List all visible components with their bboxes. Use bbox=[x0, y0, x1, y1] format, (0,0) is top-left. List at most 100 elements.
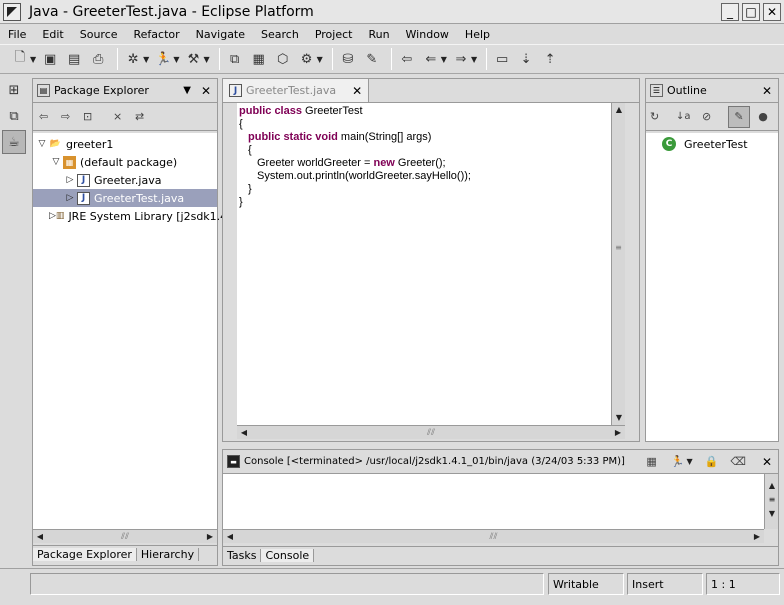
collapse-all-icon[interactable]: ⨯ bbox=[113, 110, 135, 123]
search-icon[interactable]: ✎ bbox=[362, 49, 382, 69]
code-line[interactable]: { bbox=[237, 144, 625, 157]
menu-file[interactable]: File bbox=[0, 28, 34, 41]
scroll-up-icon[interactable]: ▲ bbox=[765, 479, 779, 493]
save-as-icon[interactable]: ▤ bbox=[64, 49, 84, 69]
outline-item[interactable]: C GreeterTest bbox=[646, 135, 778, 153]
link-with-editor-icon[interactable]: ⇄ bbox=[135, 110, 157, 123]
maximize-button[interactable]: □ bbox=[742, 2, 760, 21]
chevron-down-icon[interactable]: ▼ bbox=[317, 55, 323, 64]
debug-icon[interactable]: ✲ bbox=[123, 49, 143, 69]
back-icon[interactable]: ⇦ bbox=[39, 110, 61, 123]
tab-hierarchy[interactable]: Hierarchy bbox=[137, 548, 200, 561]
run-icon[interactable]: 🏃 bbox=[153, 49, 173, 69]
scroll-right-icon[interactable]: ▶ bbox=[750, 530, 764, 544]
chevron-down-icon[interactable]: ▼ bbox=[687, 457, 693, 466]
code-line[interactable]: Greeter worldGreeter = new Greeter(); bbox=[237, 157, 625, 170]
expand-icon[interactable]: ▽ bbox=[35, 139, 49, 149]
expand-icon[interactable]: ▽ bbox=[49, 157, 63, 167]
close-icon[interactable]: ✕ bbox=[201, 84, 211, 98]
code-line[interactable]: System.out.println(worldGreeter.sayHello… bbox=[237, 170, 625, 183]
sort-icon[interactable]: ↓a bbox=[676, 111, 702, 122]
hide-static-icon[interactable]: ✎ bbox=[728, 105, 750, 128]
resource-perspective-icon[interactable]: ⧉ bbox=[2, 104, 26, 128]
new-item-icon[interactable]: ⚙ bbox=[297, 49, 317, 69]
scroll-lock-icon[interactable]: 🔒 bbox=[705, 455, 719, 468]
console-output[interactable] bbox=[223, 474, 764, 529]
go-into-icon[interactable]: ↻ bbox=[650, 110, 676, 123]
chevron-down-icon[interactable]: ▼ bbox=[441, 55, 447, 64]
chevron-down-icon[interactable]: ▼ bbox=[30, 55, 36, 64]
horizontal-scrollbar[interactable]: ◀ ⫽⫽ ▶ bbox=[237, 425, 625, 439]
minimize-button[interactable]: _ bbox=[721, 2, 739, 21]
open-type-icon[interactable]: ⛁ bbox=[338, 49, 358, 69]
code-line[interactable]: public static void main(String[] args) bbox=[237, 131, 625, 144]
chevron-down-icon[interactable]: ▼ bbox=[203, 55, 209, 64]
expand-icon[interactable]: ▷ bbox=[63, 175, 77, 185]
next-annotation-icon[interactable]: ⇣ bbox=[516, 49, 536, 69]
vertical-scrollbar[interactable]: ▲ ≡ ▼ bbox=[764, 474, 778, 529]
display-selected-console-icon[interactable]: 🏃 bbox=[671, 455, 685, 468]
scroll-grip-icon[interactable]: ⫽⫽ bbox=[427, 428, 435, 438]
close-icon[interactable]: ✕ bbox=[352, 84, 362, 98]
new-class-icon[interactable]: ⬡ bbox=[273, 49, 293, 69]
menu-search[interactable]: Search bbox=[253, 28, 307, 41]
clear-console-icon[interactable]: ▦ bbox=[646, 455, 656, 468]
menu-source[interactable]: Source bbox=[72, 28, 126, 41]
scroll-right-icon[interactable]: ▶ bbox=[611, 426, 625, 440]
scroll-left-icon[interactable]: ◀ bbox=[33, 530, 47, 544]
print-icon[interactable]: ⎙ bbox=[88, 49, 108, 69]
tree-item-library[interactable]: ▷ ▥ JRE System Library [j2sdk1.4 bbox=[33, 207, 227, 225]
menu-edit[interactable]: Edit bbox=[34, 28, 71, 41]
scroll-down-icon[interactable]: ▼ bbox=[612, 411, 626, 425]
scroll-down-icon[interactable]: ▼ bbox=[765, 507, 779, 521]
code-line[interactable]: { bbox=[237, 118, 625, 131]
tree-item-package[interactable]: ▽ ▦ (default package) bbox=[33, 153, 217, 171]
code-line[interactable]: public class GreeterTest bbox=[237, 105, 625, 118]
new-package-icon[interactable]: ▦ bbox=[249, 49, 269, 69]
previous-annotation-icon[interactable]: ⇡ bbox=[540, 49, 560, 69]
scroll-left-icon[interactable]: ◀ bbox=[223, 530, 237, 544]
window-menu-icon[interactable] bbox=[3, 2, 21, 21]
tab-package-explorer[interactable]: Package Explorer bbox=[33, 548, 137, 561]
external-tools-icon[interactable]: ⚒ bbox=[183, 49, 203, 69]
tab-console[interactable]: Console bbox=[261, 549, 315, 562]
forward-icon[interactable]: ⇒ bbox=[451, 49, 471, 69]
expand-icon[interactable]: ▷ bbox=[49, 211, 56, 221]
menu-project[interactable]: Project bbox=[307, 28, 361, 41]
view-menu-icon[interactable]: ▼ bbox=[183, 85, 191, 96]
close-icon[interactable]: ✕ bbox=[762, 455, 772, 469]
forward-icon[interactable]: ⇨ bbox=[61, 110, 83, 123]
save-icon[interactable]: ▣ bbox=[40, 49, 60, 69]
code-line[interactable]: } bbox=[237, 183, 625, 196]
menu-window[interactable]: Window bbox=[398, 28, 457, 41]
eraser-icon[interactable]: ⌫ bbox=[730, 455, 746, 468]
new-project-icon[interactable]: ⧉ bbox=[225, 49, 245, 69]
show-source-icon[interactable]: ▭ bbox=[492, 49, 512, 69]
chevron-down-icon[interactable]: ▼ bbox=[471, 55, 477, 64]
menu-refactor[interactable]: Refactor bbox=[126, 28, 188, 41]
close-icon[interactable]: ✕ bbox=[762, 84, 772, 98]
hide-fields-icon[interactable]: ⊘ bbox=[702, 110, 728, 123]
scroll-grip-icon[interactable]: ⫽⫽ bbox=[121, 532, 129, 542]
expand-icon[interactable]: ▷ bbox=[63, 193, 77, 203]
scroll-grip-icon[interactable]: ≡ bbox=[765, 493, 779, 507]
scroll-right-icon[interactable]: ▶ bbox=[203, 530, 217, 544]
tree-item-file[interactable]: ▷ J Greeter.java bbox=[33, 171, 217, 189]
tree-item-project[interactable]: ▽ 📂 greeter1 bbox=[33, 135, 217, 153]
horizontal-scrollbar[interactable]: ◀ ⫽⫽ ▶ bbox=[33, 529, 217, 543]
scroll-grip-icon[interactable]: ⫽⫽ bbox=[489, 532, 497, 542]
tree-item-file-selected[interactable]: ▷ J GreeterTest.java bbox=[33, 189, 217, 207]
java-perspective-icon[interactable]: ☕ bbox=[2, 130, 26, 154]
open-perspective-icon[interactable]: ⊞ bbox=[2, 78, 26, 102]
tab-tasks[interactable]: Tasks bbox=[223, 549, 262, 562]
last-edit-icon[interactable]: ⇦ bbox=[397, 49, 417, 69]
code-editor[interactable]: public class GreeterTest{public static v… bbox=[237, 103, 625, 425]
close-window-button[interactable]: ✕ bbox=[763, 2, 781, 21]
hide-non-public-icon[interactable]: ● bbox=[750, 110, 776, 123]
scroll-left-icon[interactable]: ◀ bbox=[237, 426, 251, 440]
menu-help[interactable]: Help bbox=[457, 28, 498, 41]
code-line[interactable]: } bbox=[237, 196, 625, 209]
menu-navigate[interactable]: Navigate bbox=[188, 28, 253, 41]
vertical-scrollbar[interactable]: ▲ ≡ ▼ bbox=[611, 103, 625, 425]
new-wizard-icon[interactable]: 🗋 bbox=[10, 49, 30, 69]
